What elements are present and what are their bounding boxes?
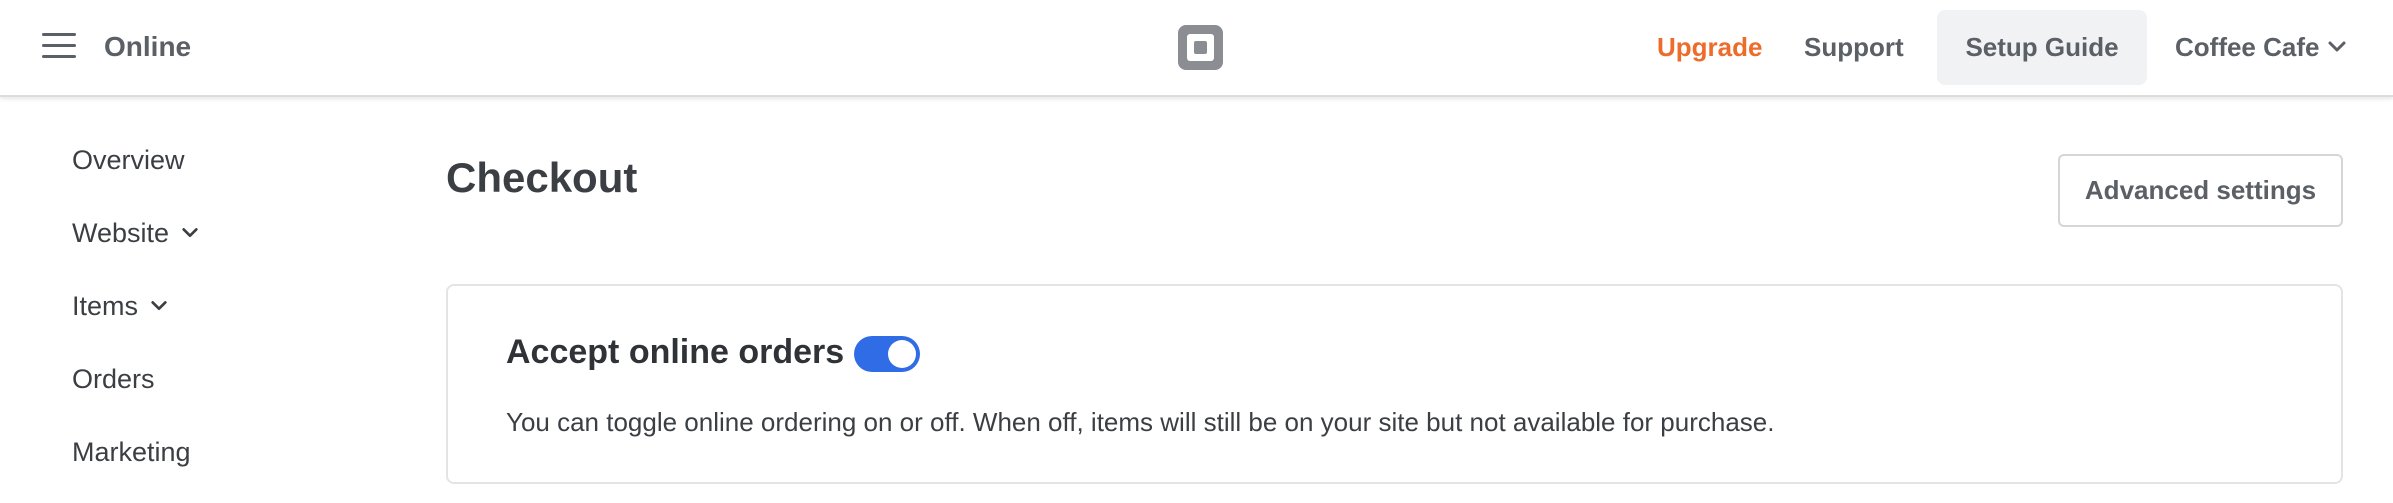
sidebar-item-label: Items — [72, 291, 139, 321]
sidebar-item-label: Website — [72, 218, 170, 248]
account-name: Coffee Cafe — [2175, 32, 2320, 62]
setup-guide-button[interactable]: Setup Guide — [1937, 10, 2147, 85]
sidebar: Overview Website Items Orders Marketing — [0, 97, 400, 503]
sidebar-item-orders[interactable]: Orders — [72, 361, 155, 397]
card-title: Accept online orders — [506, 333, 845, 371]
sidebar-item-overview[interactable]: Overview — [72, 142, 185, 178]
hamburger-menu-icon[interactable] — [42, 31, 76, 59]
square-logo-icon[interactable] — [1178, 25, 1223, 70]
app-title: Online — [104, 31, 192, 62]
accept-orders-card: Accept online orders You can toggle onli… — [446, 284, 2343, 484]
card-description: You can toggle online ordering on or off… — [506, 407, 1775, 437]
page-title: Checkout — [446, 154, 638, 201]
chevron-down-icon — [151, 301, 167, 311]
toggle-knob — [888, 340, 916, 368]
chevron-down-icon — [2328, 41, 2346, 52]
account-menu[interactable]: Coffee Cafe — [2175, 28, 2347, 66]
advanced-settings-button[interactable]: Advanced settings — [2058, 154, 2343, 227]
sidebar-item-label: Marketing — [72, 437, 191, 467]
chevron-down-icon — [182, 228, 198, 238]
sidebar-item-label: Overview — [72, 145, 185, 175]
setup-guide-label: Setup Guide — [1965, 32, 2119, 62]
support-link[interactable]: Support — [1804, 28, 1904, 66]
sidebar-item-items[interactable]: Items — [72, 288, 168, 324]
advanced-settings-label: Advanced settings — [2084, 175, 2317, 205]
sidebar-item-website[interactable]: Website — [72, 215, 199, 251]
sidebar-item-label: Orders — [72, 364, 155, 394]
accept-orders-toggle[interactable] — [854, 336, 920, 372]
upgrade-link[interactable]: Upgrade — [1657, 28, 1762, 66]
sidebar-item-marketing[interactable]: Marketing — [72, 434, 191, 470]
top-bar: Online Upgrade Support Setup Guide Coffe… — [0, 0, 2393, 97]
